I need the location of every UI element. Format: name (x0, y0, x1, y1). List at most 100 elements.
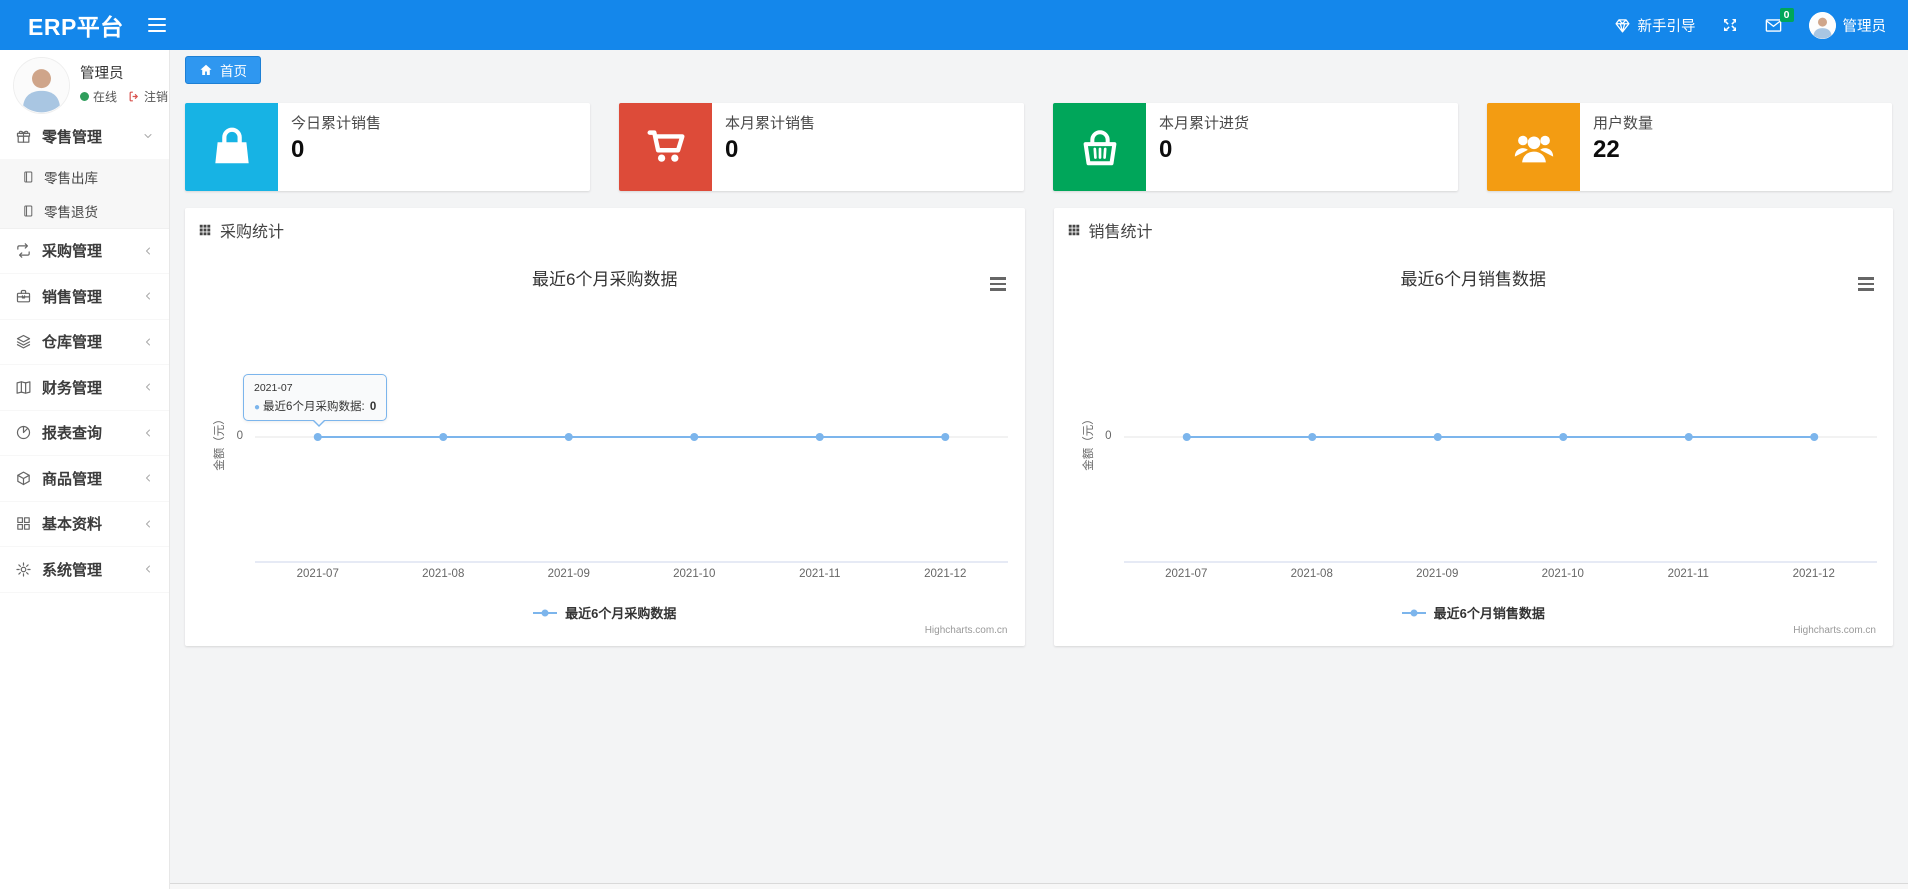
chevron-left-icon (142, 381, 154, 393)
shopping-bag-icon (185, 103, 278, 191)
pie-chart-icon (15, 424, 32, 441)
file-icon (21, 170, 35, 184)
sidebar-item-label: 采购管理 (42, 243, 103, 261)
chart-credits-link[interactable]: Highcharts.com.cn (1793, 625, 1876, 636)
x-axis-tick-label: 2021-08 (1290, 568, 1333, 580)
sidebar-subitem[interactable]: 零售出库 (0, 160, 169, 194)
th-grid-icon (198, 223, 212, 237)
message-count-badge: 0 (1779, 7, 1794, 22)
chart-credits-link[interactable]: Highcharts.com.cn (925, 625, 1008, 636)
stat-card-value: 0 (291, 136, 305, 163)
top-navbar: ERP平台 新手引导 0 管理员 (0, 0, 1908, 50)
sidebar-subitem[interactable]: 零售退货 (0, 194, 169, 228)
guide-button[interactable]: 新手引导 (1614, 15, 1696, 36)
sidebar-item[interactable]: 仓库管理 (0, 319, 169, 365)
sign-out-icon (128, 90, 141, 103)
sidebar-item[interactable]: 基本资料 (0, 501, 169, 547)
gear-icon (15, 561, 32, 578)
sidebar-item[interactable]: 销售管理 (0, 274, 169, 320)
navbar-right: 新手引导 0 管理员 (1614, 7, 1908, 39)
avatar (1808, 11, 1836, 39)
chart: 最近6个月销售数据 0 金额（元） 2021-07 2021-08 2021-09 2021… (1054, 252, 1894, 646)
sidebar-user-panel: 管理员 在线 注销 (0, 50, 169, 114)
breadcrumb-label: 首页 (220, 64, 247, 79)
avatar (14, 58, 69, 113)
x-axis-tick-label: 2021-11 (1667, 568, 1709, 580)
sidebar-item[interactable]: 系统管理 (0, 547, 169, 593)
sidebar-menu: 零售管理零售出库 零售退货采购管理销售管理仓库管理财务管理报表查询商品管理基本资料… (0, 114, 169, 593)
grid-icon (15, 515, 32, 532)
sidebar-item[interactable]: 财务管理 (0, 365, 169, 411)
chevron-left-icon (142, 427, 154, 439)
sidebar-item[interactable]: 零售管理 (0, 114, 169, 160)
chevron-down-icon (142, 130, 154, 142)
user-menu[interactable]: 管理员 (1808, 11, 1887, 39)
stat-card-label: 本月累计销售 (725, 115, 816, 132)
x-axis-tick-label: 2021-10 (673, 568, 716, 580)
messages-button[interactable]: 0 (1764, 7, 1794, 35)
tooltip-series-row: ● 最近6个月采购数据: 0 (254, 398, 376, 414)
sidebar-item[interactable]: 商品管理 (0, 456, 169, 502)
tooltip-category: 2021-07 (254, 382, 293, 394)
navbar-user-name: 管理员 (1842, 18, 1887, 35)
sidebar-item-label: 销售管理 (42, 288, 103, 306)
sidebar-toggle-icon[interactable] (147, 17, 166, 33)
stat-card-label: 今日累计销售 (291, 115, 382, 132)
stat-card-label: 本月累计进货 (1159, 115, 1250, 132)
chevron-left-icon (142, 290, 154, 302)
series-marker-icon: ● (254, 402, 261, 413)
stat-card: 用户数量 22 (1487, 103, 1892, 191)
sidebar-item-label: 商品管理 (42, 470, 103, 488)
breadcrumb-tab-home[interactable]: 首页 (185, 56, 261, 84)
x-axis-tick-label: 2021-07 (296, 568, 339, 580)
legend-marker-icon (1401, 608, 1426, 618)
shopping-cart-icon (619, 103, 712, 191)
chart-legend[interactable]: 最近6个月采购数据 (185, 603, 1025, 622)
fullscreen-button[interactable] (1722, 17, 1738, 33)
file-icon (21, 204, 35, 218)
plot-canvas (1123, 433, 1877, 563)
x-axis-tick-label: 2021-11 (799, 568, 841, 580)
tooltip-value: 0 (369, 401, 377, 413)
chart: 最近6个月采购数据 0 金额（元） 2021-07 2021-08 2021-09 2021… (185, 252, 1025, 646)
logout-button[interactable]: 注销 (128, 88, 168, 105)
panel-title: 采购统计 (220, 224, 285, 241)
chart-tooltip: 2021-07 ● 最近6个月采购数据: 0 (243, 374, 388, 427)
legend-label: 最近6个月采购数据 (565, 606, 677, 621)
sidebar-item[interactable]: 报表查询 (0, 410, 169, 456)
chart-panel-header: 销售统计 (1054, 208, 1894, 252)
chevron-left-icon (142, 518, 154, 530)
sidebar-submenu: 零售出库 零售退货 (0, 159, 169, 229)
users-icon (1487, 103, 1580, 191)
expand-icon (1722, 17, 1738, 33)
chart-legend[interactable]: 最近6个月销售数据 (1054, 603, 1894, 622)
gift-icon (15, 128, 32, 145)
repeat-icon (15, 242, 32, 259)
layers-icon (15, 333, 32, 350)
gem-icon (1614, 17, 1631, 34)
sidebar-item-label: 零售管理 (42, 128, 103, 146)
app-brand: ERP平台 (28, 14, 124, 40)
sidebar-item-label: 基本资料 (42, 516, 103, 534)
online-status-icon (80, 92, 89, 101)
x-axis-tick-label: 2021-10 (1541, 568, 1584, 580)
book-icon (15, 379, 32, 396)
chevron-left-icon (142, 336, 154, 348)
chevron-left-icon (142, 563, 154, 575)
chart-panels-row: 采购统计 最近6个月采购数据 0 金额（元） 2021-07 2021-08 2021-09… (185, 208, 1893, 646)
stat-card-body: 本月累计进货 0 (1146, 103, 1249, 191)
sidebar-item[interactable]: 采购管理 (0, 228, 169, 274)
x-axis-tick-label: 2021-09 (1416, 568, 1459, 580)
x-axis-tick-label: 2021-12 (1792, 568, 1835, 580)
chevron-left-icon (142, 472, 154, 484)
sidebar: 管理员 在线 注销 零售管理零售出库 零售退货采购管理销售管理仓库管理财务管理报表… (0, 50, 170, 889)
x-axis-tick-label: 2021-07 (1165, 568, 1208, 580)
sidebar-item-label: 财务管理 (42, 379, 103, 397)
legend-label: 最近6个月销售数据 (1433, 606, 1545, 621)
footer-divider (170, 883, 1908, 889)
guide-label: 新手引导 (1637, 18, 1696, 35)
user-status-row: 在线 注销 (80, 88, 168, 105)
stat-card: 今日累计销售 0 (185, 103, 590, 191)
online-status-label: 在线 (93, 90, 118, 104)
stat-card-body: 本月累计销售 0 (712, 103, 815, 191)
